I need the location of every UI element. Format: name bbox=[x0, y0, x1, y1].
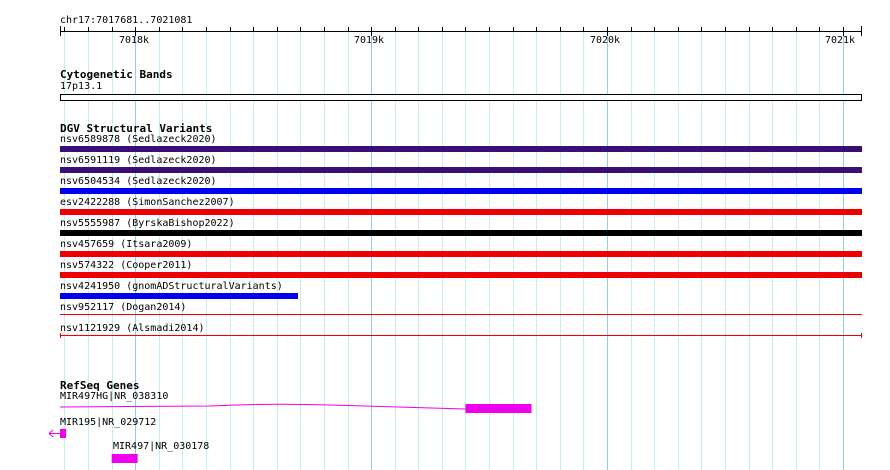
dgv-feature-bar[interactable] bbox=[60, 188, 862, 194]
dgv-feature-label[interactable]: nsv4241950 (gnomADStructuralVariants) bbox=[60, 281, 283, 293]
dgv-feature-label[interactable]: nsv1121929 (Alsmadi2014) bbox=[60, 323, 205, 335]
dgv-feature-bar[interactable] bbox=[60, 251, 862, 257]
dgv-feature-label[interactable]: nsv6589878 (Sedlazeck2020) bbox=[60, 134, 217, 146]
gene-intron[interactable] bbox=[59, 403, 466, 410]
cytoband-label: 17p13.1 bbox=[60, 81, 103, 92]
gene-exon[interactable] bbox=[60, 429, 66, 438]
ruler-tick-label: 7018k bbox=[118, 35, 150, 46]
dgv-feature-label[interactable]: nsv6591119 (Sedlazeck2020) bbox=[60, 155, 217, 167]
dgv-feature-label[interactable]: nsv574322 (Cooper2011) bbox=[60, 260, 192, 272]
gene-exon[interactable] bbox=[465, 404, 532, 413]
genome-browser-panel: chr17:7017681..7021081 7018k 7019k 7020k… bbox=[0, 0, 890, 470]
ruler-tick-label: 7021k bbox=[824, 35, 856, 46]
gene-label[interactable]: MIR497HG|NR_038310 bbox=[60, 391, 168, 403]
strand-arrow-icon bbox=[48, 429, 60, 438]
dgv-feature-label[interactable]: nsv457659 (Itsara2009) bbox=[60, 239, 192, 251]
dgv-feature-label[interactable]: nsv5555987 (ByrskaBishop2022) bbox=[60, 218, 235, 230]
ruler-tick-label: 7019k bbox=[353, 35, 385, 46]
dgv-feature-bar[interactable] bbox=[60, 209, 862, 215]
track-title-cytoband[interactable]: Cytogenetic Bands bbox=[60, 68, 173, 81]
location-label: chr17:7017681..7021081 bbox=[60, 15, 193, 26]
dgv-feature-label[interactable]: esv2422288 (SimonSanchez2007) bbox=[60, 197, 235, 209]
dgv-feature-bar[interactable] bbox=[60, 272, 862, 278]
gene-exon[interactable] bbox=[111, 454, 138, 463]
dgv-feature-bar[interactable] bbox=[60, 167, 862, 173]
dgv-feature-bar[interactable] bbox=[60, 146, 862, 152]
dgv-feature-label[interactable]: nsv952117 (Dogan2014) bbox=[60, 302, 186, 314]
gene-label[interactable]: MIR497|NR_030178 bbox=[113, 441, 209, 453]
dgv-feature-label[interactable]: nsv6504534 (Sedlazeck2020) bbox=[60, 176, 217, 188]
cytoband-band[interactable] bbox=[60, 94, 862, 101]
dgv-feature-bar[interactable] bbox=[60, 293, 299, 299]
dgv-feature-bar[interactable] bbox=[60, 230, 862, 236]
ruler-tick-label: 7020k bbox=[589, 35, 621, 46]
gene-label[interactable]: MIR195|NR_029712 bbox=[60, 417, 156, 429]
